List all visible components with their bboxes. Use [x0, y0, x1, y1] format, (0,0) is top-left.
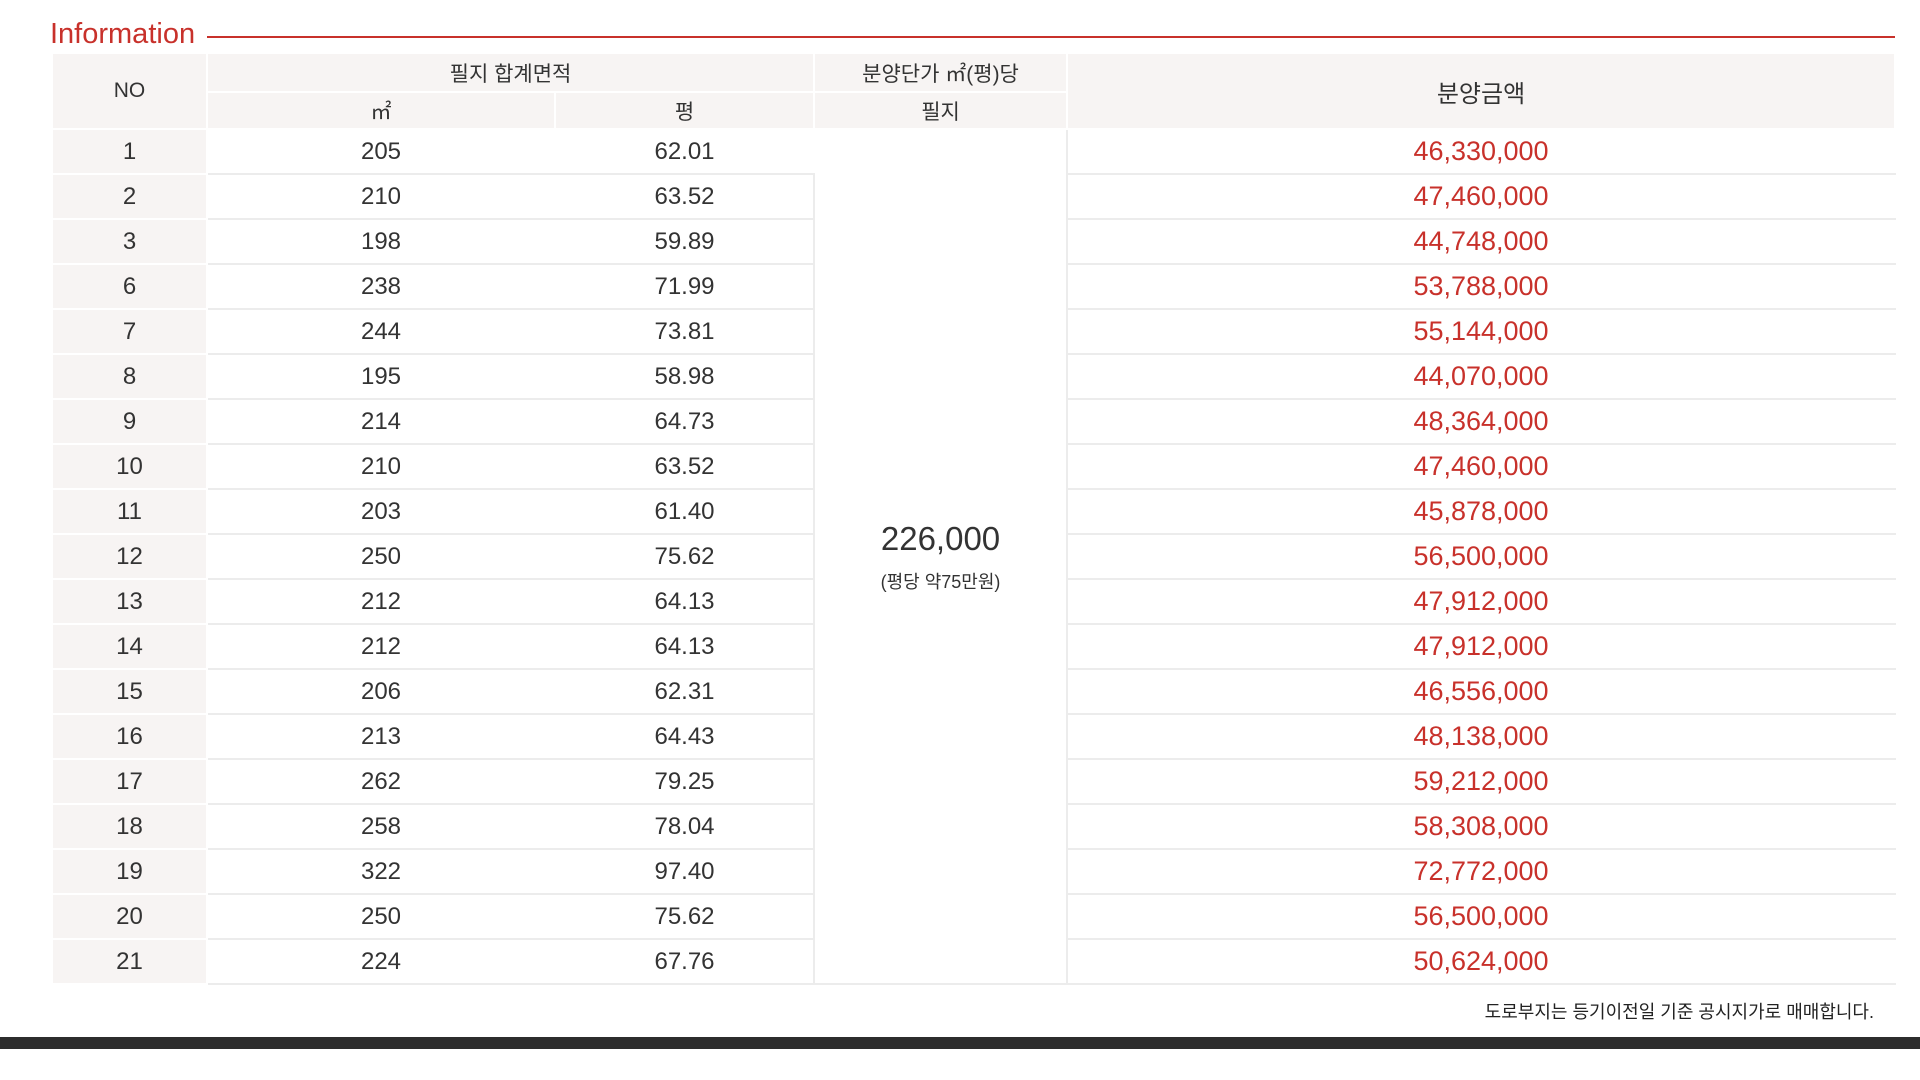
cell-no: 2: [51, 173, 208, 220]
cell-amount: 45,878,000: [1066, 488, 1897, 535]
cell-area-m2: 250: [206, 893, 556, 940]
cell-area-pyeong: 64.13: [553, 623, 816, 670]
cell-area-m2: 206: [206, 668, 556, 715]
cell-area-pyeong: 67.76: [553, 938, 816, 985]
cell-area-pyeong: 63.52: [553, 173, 816, 220]
cell-area-pyeong: 78.04: [553, 803, 816, 850]
cell-no: 9: [51, 398, 208, 445]
cell-area-m2: 213: [206, 713, 556, 760]
unit-price-value: 226,000: [880, 519, 1001, 557]
cell-no: 20: [51, 893, 208, 940]
footnote: 도로부지는 등기이전일 기준 공시지가로 매매합니다.: [1484, 1002, 1874, 1022]
header-no: NO: [51, 52, 208, 130]
cell-area-m2: 212: [206, 578, 556, 625]
header-area-group: 필지 합계면적: [205, 52, 816, 93]
cell-no: 10: [51, 443, 208, 490]
cell-no: 14: [51, 623, 208, 670]
cell-area-m2: 203: [206, 488, 556, 535]
cell-amount: 56,500,000: [1066, 893, 1897, 940]
cell-amount: 46,330,000: [1066, 128, 1897, 175]
cell-area-m2: 238: [206, 263, 556, 310]
cell-amount: 44,748,000: [1066, 218, 1897, 265]
cell-area-m2: 210: [206, 173, 556, 220]
table-header: NO 필지 합계면적 분양단가 ㎡(평)당 분양금액 ㎡ 평 필지: [51, 52, 1897, 130]
cell-area-m2: 210: [206, 443, 556, 490]
cell-area-pyeong: 75.62: [553, 533, 816, 580]
cell-amount: 47,912,000: [1066, 578, 1897, 625]
header-amount: 분양금액: [1066, 52, 1897, 130]
cell-area-pyeong: 62.01: [553, 128, 816, 175]
cell-amount: 72,772,000: [1066, 848, 1897, 895]
cell-amount: 56,500,000: [1066, 533, 1897, 580]
cell-amount: 55,144,000: [1066, 308, 1897, 355]
cell-amount: 48,138,000: [1066, 713, 1897, 760]
cell-area-m2: 262: [206, 758, 556, 805]
cell-area-pyeong: 58.98: [553, 353, 816, 400]
section-divider: [207, 36, 1895, 38]
cell-no: 7: [51, 308, 208, 355]
cell-amount: 59,212,000: [1066, 758, 1897, 805]
cell-no: 6: [51, 263, 208, 310]
cell-amount: 50,624,000: [1066, 938, 1897, 985]
cell-area-pyeong: 71.99: [553, 263, 816, 310]
cell-area-m2: 205: [206, 128, 556, 175]
cell-area-pyeong: 97.40: [553, 848, 816, 895]
cell-no: 13: [51, 578, 208, 625]
cell-amount: 53,788,000: [1066, 263, 1897, 310]
cell-area-m2: 198: [206, 218, 556, 265]
cell-no: 1: [51, 128, 208, 175]
header-area-pyeong: 평: [553, 91, 816, 130]
cell-area-m2: 224: [206, 938, 556, 985]
cell-amount: 47,460,000: [1066, 173, 1897, 220]
cell-no: 17: [51, 758, 208, 805]
cell-no: 3: [51, 218, 208, 265]
cell-area-m2: 195: [206, 353, 556, 400]
cell-area-m2: 258: [206, 803, 556, 850]
table-body: 1 205 62.01 226,000 (평당 약75만원) 46,330,000 2 210…: [51, 128, 1897, 985]
cell-area-pyeong: 64.73: [553, 398, 816, 445]
cell-area-pyeong: 61.40: [553, 488, 816, 535]
cell-area-pyeong: 59.89: [553, 218, 816, 265]
cell-unit-price: 226,000 (평당 약75만원): [813, 128, 1069, 985]
cell-amount: 58,308,000: [1066, 803, 1897, 850]
cell-no: 15: [51, 668, 208, 715]
unit-price-note: (평당 약75만원): [880, 571, 1001, 592]
cell-area-pyeong: 62.31: [553, 668, 816, 715]
bottom-bar: [0, 1037, 1920, 1049]
cell-area-pyeong: 75.62: [553, 893, 816, 940]
lot-price-table: NO 필지 합계면적 분양단가 ㎡(평)당 분양금액 ㎡ 평 필지 1 205 62…: [51, 52, 1897, 985]
cell-area-pyeong: 63.52: [553, 443, 816, 490]
cell-no: 18: [51, 803, 208, 850]
header-unit-price-group: 분양단가 ㎡(평)당: [813, 52, 1069, 93]
cell-amount: 48,364,000: [1066, 398, 1897, 445]
cell-no: 16: [51, 713, 208, 760]
cell-no: 21: [51, 938, 208, 985]
cell-amount: 46,556,000: [1066, 668, 1897, 715]
cell-area-m2: 250: [206, 533, 556, 580]
cell-area-pyeong: 73.81: [553, 308, 816, 355]
section-title: Information: [50, 17, 196, 50]
cell-area-pyeong: 64.43: [553, 713, 816, 760]
cell-area-m2: 244: [206, 308, 556, 355]
cell-area-m2: 214: [206, 398, 556, 445]
cell-amount: 47,460,000: [1066, 443, 1897, 490]
table-row: 1 205 62.01 226,000 (평당 약75만원) 46,330,000: [51, 128, 1897, 985]
header-area-m2: ㎡: [206, 91, 556, 130]
cell-no: 8: [51, 353, 208, 400]
cell-amount: 47,912,000: [1066, 623, 1897, 670]
cell-amount: 44,070,000: [1066, 353, 1897, 400]
cell-area-m2: 212: [206, 623, 556, 670]
cell-no: 11: [51, 488, 208, 535]
header-unit-price-sub: 필지: [813, 91, 1069, 130]
section-header: Information: [50, 14, 1895, 54]
cell-area-pyeong: 79.25: [553, 758, 816, 805]
cell-area-m2: 322: [206, 848, 556, 895]
cell-no: 12: [51, 533, 208, 580]
cell-area-pyeong: 64.13: [553, 578, 816, 625]
cell-no: 19: [51, 848, 208, 895]
